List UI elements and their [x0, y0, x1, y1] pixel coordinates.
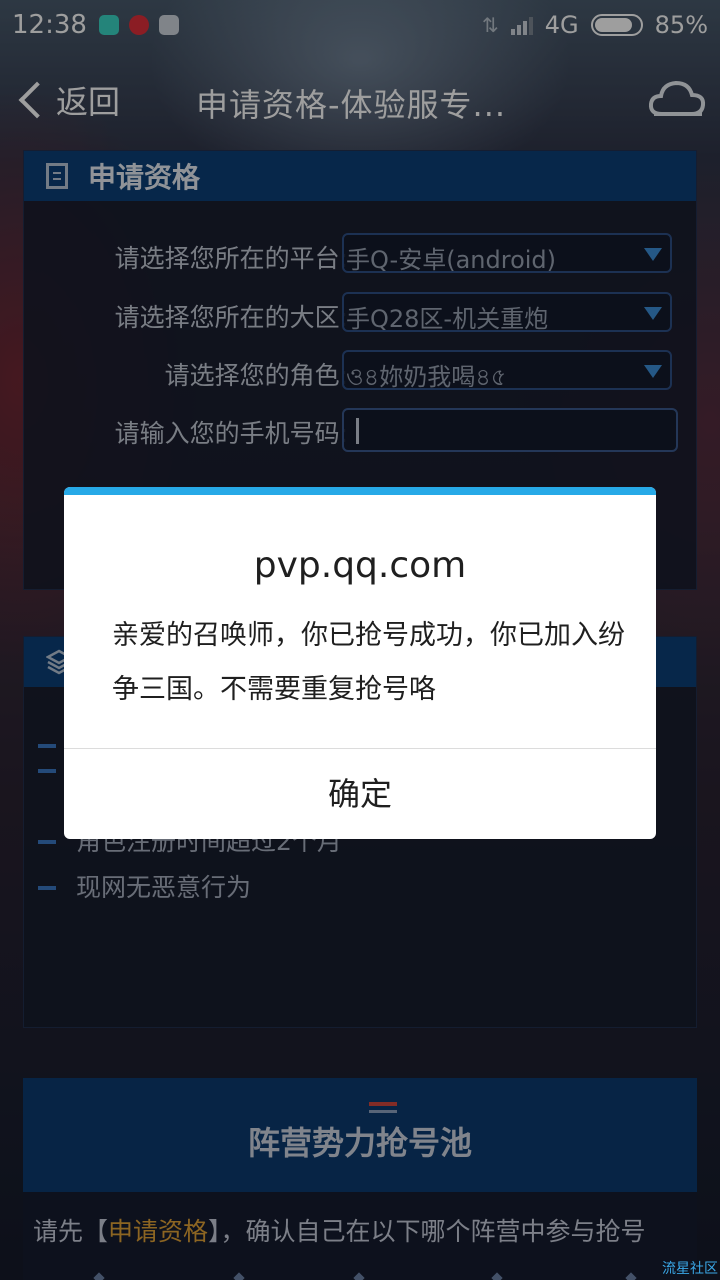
alert-dialog: pvp.qq.com 亲爱的召唤师，你已抢号成功，你已加入纷争三国。不需要重复抢…	[64, 487, 656, 839]
dialog-message: 亲爱的召唤师，你已抢号成功，你已加入纷争三国。不需要重复抢号咯	[112, 620, 625, 705]
dialog-title: pvp.qq.com	[253, 545, 467, 586]
dialog-accent-bar	[64, 487, 656, 495]
watermark: 流星社区	[662, 1261, 718, 1277]
ok-button[interactable]: 确定	[64, 749, 656, 839]
